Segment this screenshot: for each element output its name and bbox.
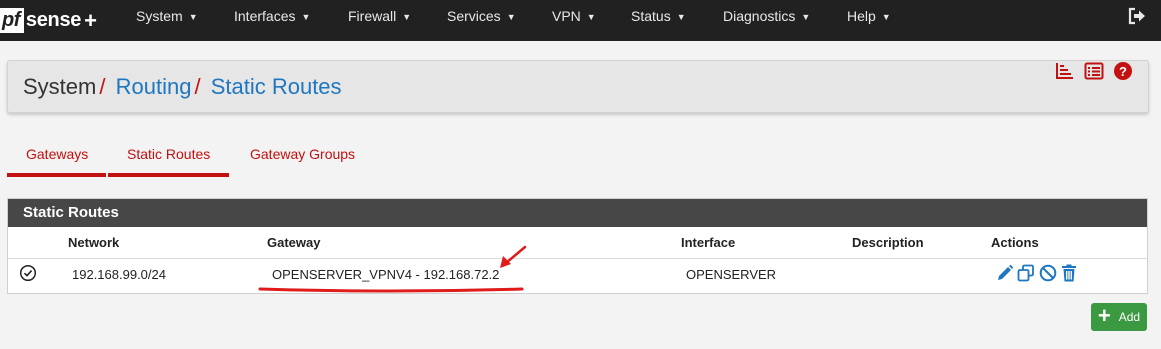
- nav-interfaces-label: Interfaces: [234, 8, 296, 24]
- caret-down-icon: ▼: [586, 12, 596, 22]
- breadcrumb-system: System: [23, 74, 97, 99]
- caret-down-icon: ▼: [188, 12, 198, 22]
- nav-interfaces[interactable]: Interfaces ▼: [234, 0, 310, 33]
- tab-gateway-groups[interactable]: Gateway Groups: [250, 146, 355, 162]
- caret-down-icon: ▼: [506, 12, 516, 22]
- nav-diagnostics-label: Diagnostics: [723, 8, 796, 24]
- nav-system[interactable]: System ▼: [136, 0, 198, 33]
- top-navbar: pf sense + System ▼ Interfaces ▼ Firewall ▼ S…: [0, 0, 1161, 41]
- route-interface: OPENSERVER: [686, 267, 777, 282]
- tab-static-routes[interactable]: Static Routes: [127, 146, 210, 162]
- delete-icon[interactable]: [1060, 264, 1078, 282]
- breadcrumb-panel: System / Routing / Static Routes ?: [7, 60, 1149, 113]
- breadcrumb-separator: /: [194, 74, 201, 99]
- tab-static-routes-underline: [108, 173, 229, 177]
- nav-vpn[interactable]: VPN ▼: [552, 0, 596, 33]
- caret-down-icon: ▼: [402, 12, 412, 22]
- caret-down-icon: ▼: [801, 12, 811, 22]
- breadcrumb-routing-link[interactable]: Routing: [116, 74, 192, 99]
- breadcrumb-static-routes-link[interactable]: Static Routes: [211, 74, 342, 99]
- help-icon[interactable]: ?: [1113, 61, 1133, 81]
- add-button-label: Add: [1118, 310, 1141, 324]
- nav-status[interactable]: Status ▼: [631, 0, 686, 33]
- column-header-actions: Actions: [991, 235, 1039, 250]
- edit-icon[interactable]: [996, 264, 1014, 282]
- static-routes-panel: Static Routes Network Gateway Interface …: [7, 198, 1148, 294]
- copy-icon[interactable]: [1017, 264, 1035, 282]
- column-header-gateway: Gateway: [267, 235, 321, 250]
- nav-vpn-label: VPN: [552, 8, 581, 24]
- header-divider: [8, 258, 1147, 259]
- pfsense-logo[interactable]: pf sense +: [0, 0, 112, 41]
- logo-pf: pf: [0, 8, 24, 33]
- logo-sense: sense: [25, 9, 82, 31]
- svg-text:?: ?: [1119, 64, 1127, 79]
- route-gateway: OPENSERVER_VPNV4 - 192.168.72.2: [272, 267, 500, 282]
- nav-firewall[interactable]: Firewall ▼: [348, 0, 411, 33]
- column-header-interface: Interface: [681, 235, 736, 250]
- route-network: 192.168.99.0/24: [72, 267, 166, 282]
- disable-icon[interactable]: [1039, 264, 1057, 282]
- tab-gateways[interactable]: Gateways: [26, 146, 88, 162]
- tab-gateways-underline: [7, 173, 106, 177]
- plus-icon: +: [1097, 303, 1111, 328]
- column-header-network: Network: [68, 235, 120, 250]
- nav-help-label: Help: [847, 8, 876, 24]
- list-icon[interactable]: [1084, 61, 1104, 81]
- caret-down-icon: ▼: [881, 12, 891, 22]
- logo-plus: +: [84, 7, 97, 33]
- nav-firewall-label: Firewall: [348, 8, 397, 24]
- nav-diagnostics[interactable]: Diagnostics ▼: [723, 0, 810, 33]
- nav-system-label: System: [136, 8, 183, 24]
- panel-title: Static Routes: [23, 204, 119, 221]
- nav-help[interactable]: Help ▼: [847, 0, 891, 33]
- add-button[interactable]: + Add: [1091, 303, 1147, 331]
- panel-heading: Static Routes: [8, 199, 1147, 227]
- nav-services-label: Services: [447, 8, 501, 24]
- check-circle-icon: [19, 264, 37, 282]
- column-header-description: Description: [852, 235, 924, 250]
- nav-status-label: Status: [631, 8, 671, 24]
- logout-icon[interactable]: [1127, 6, 1147, 26]
- breadcrumb: System / Routing / Static Routes: [23, 74, 342, 100]
- nav-services[interactable]: Services ▼: [447, 0, 516, 33]
- breadcrumb-separator: /: [99, 74, 106, 99]
- caret-down-icon: ▼: [301, 12, 311, 22]
- caret-down-icon: ▼: [676, 12, 686, 22]
- log-icon[interactable]: [1055, 61, 1075, 81]
